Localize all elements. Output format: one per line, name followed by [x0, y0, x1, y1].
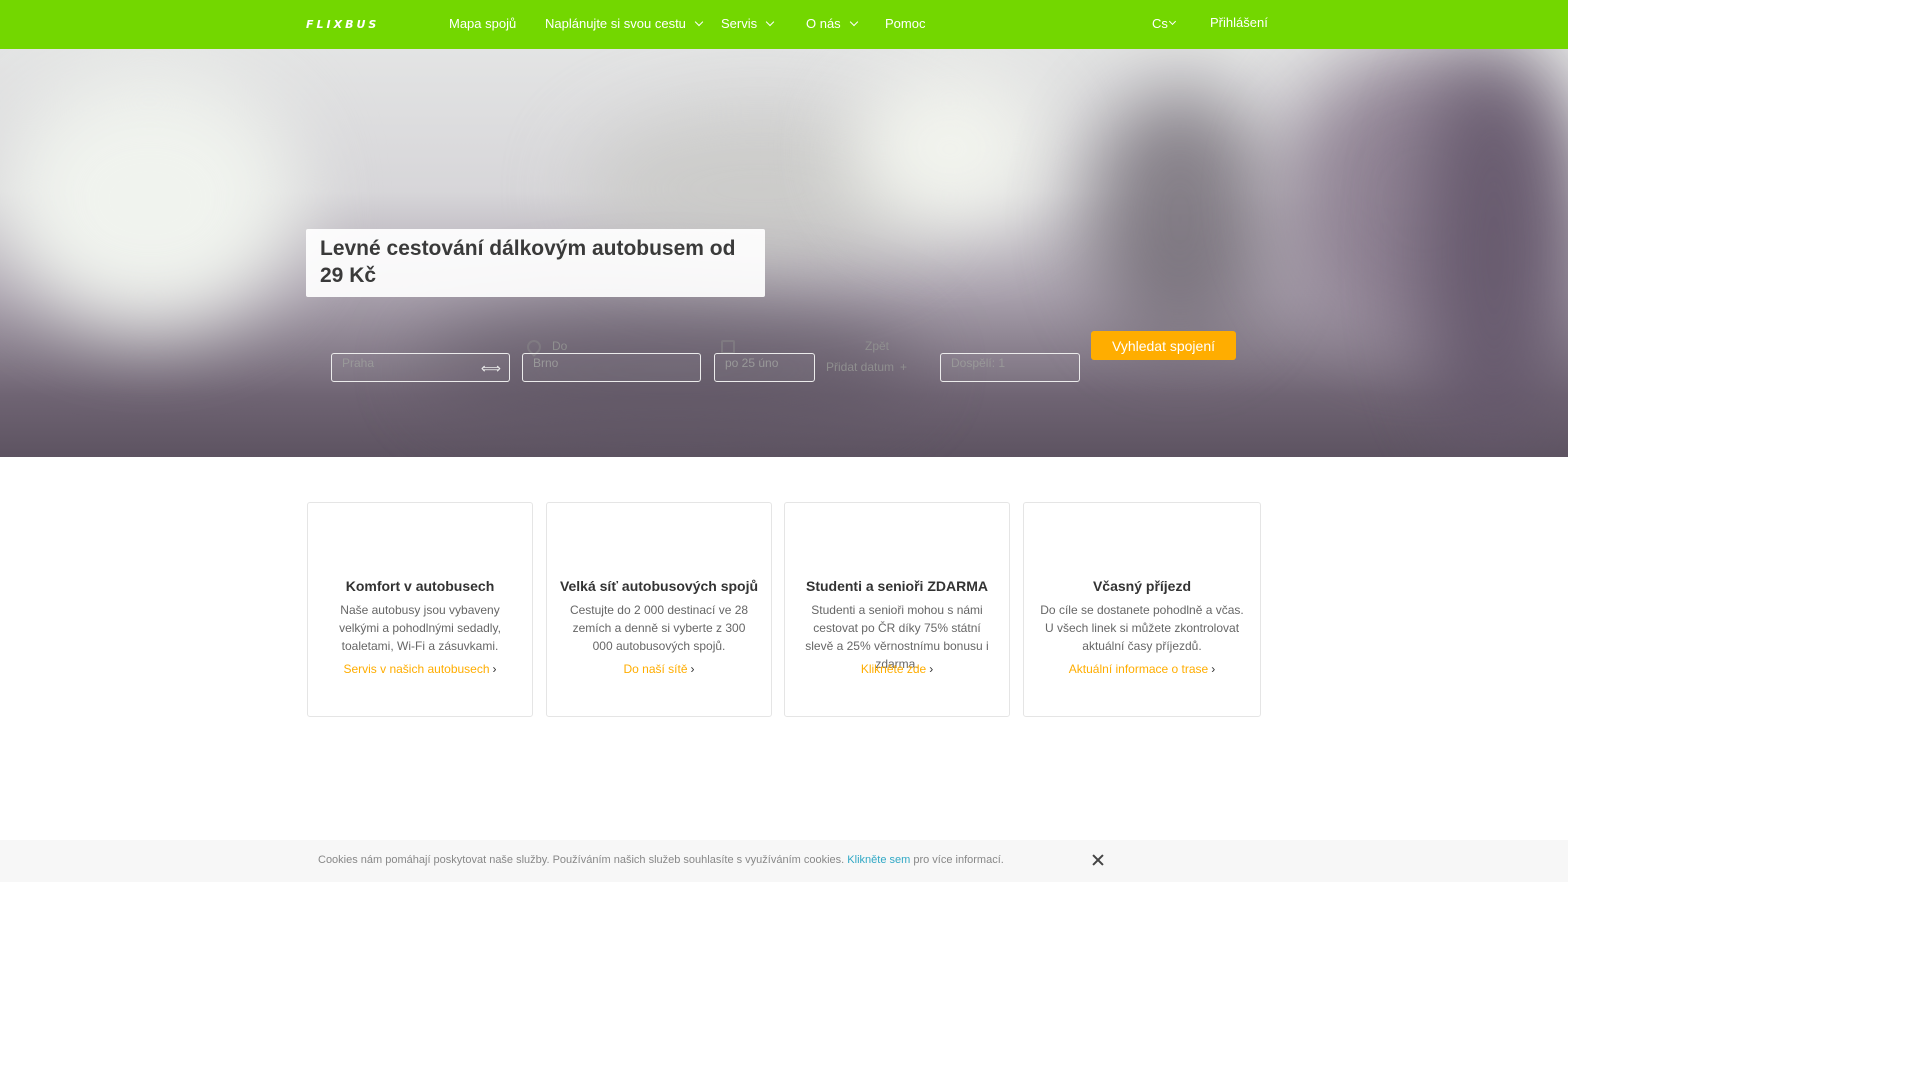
card-title: Včasný příjezd — [1092, 578, 1192, 594]
add-return-date[interactable]: Přidat datum + — [826, 360, 907, 374]
chevron-right-icon: › — [492, 662, 497, 676]
login-link[interactable]: Přihlášení — [1210, 15, 1268, 30]
card-link[interactable]: Aktuální informace o trase › — [1024, 662, 1260, 676]
chevron-down-icon — [694, 17, 704, 26]
card-text: Cestujte do 2 000 destinací ve 28 zemích… — [569, 603, 749, 653]
to-label: Do — [552, 339, 568, 353]
chevron-right-icon: › — [690, 662, 695, 676]
passengers-field[interactable]: Dospělí: 1 — [940, 353, 1080, 382]
swap-icon[interactable]: ⟺ — [481, 360, 501, 376]
feature-card: Včasný příjezd Do cíle se dostanete poho… — [1023, 502, 1261, 717]
calendar-icon — [721, 340, 735, 354]
hero-section: Levné cestování dálkovým autobusem od 29… — [0, 49, 1568, 457]
cookie-text: Cookies nám pomáhají poskytovat naše slu… — [318, 854, 1004, 866]
cookie-more-link[interactable]: Klikněte sem — [847, 854, 910, 866]
card-link[interactable]: Do naší sítě › — [547, 662, 771, 676]
departure-date-field[interactable]: po 25 úno — [714, 353, 815, 382]
nav-item-map[interactable]: Mapa spojů — [449, 16, 516, 31]
card-text: Naše autobusy jsou vybaveny velkými a po… — [339, 603, 501, 653]
return-label: Zpět — [865, 339, 890, 353]
nav-item-service[interactable]: Servis — [721, 16, 775, 31]
feature-card: Velká síť autobusových spojů Cestujte do… — [546, 502, 772, 717]
card-title: Komfort v autobusech — [345, 578, 495, 594]
nav-item-plan-trip[interactable]: Naplánujte si svou cestu — [545, 16, 704, 31]
card-link[interactable]: Servis v našich autobusech › — [308, 662, 532, 676]
nav-item-help[interactable]: Pomoc — [885, 16, 925, 31]
hero-title: Levné cestování dálkovým autobusem od 29… — [320, 237, 736, 287]
card-title: Velká síť autobusových spojů — [559, 578, 759, 594]
plus-icon: + — [900, 360, 908, 374]
from-field[interactable]: Praha ⟺ — [331, 353, 510, 382]
language-selector[interactable]: Cs — [1152, 16, 1176, 31]
card-title: Studenti a senioři ZDARMA — [805, 578, 988, 594]
chevron-right-icon: › — [1211, 662, 1216, 676]
flixbus-logo[interactable]: FLIXBUS — [306, 18, 406, 31]
chevron-down-icon — [1168, 17, 1176, 26]
to-field[interactable]: Brno — [522, 353, 701, 382]
feature-card: Komfort v autobusech Naše autobusy jsou … — [307, 502, 533, 717]
card-text: Do cíle se dostanete pohodlně a včas. U … — [1040, 603, 1244, 653]
chevron-down-icon — [849, 17, 858, 26]
close-icon[interactable] — [1091, 853, 1105, 867]
hero-title-box: Levné cestování dálkovým autobusem od 29… — [306, 229, 765, 297]
cookie-banner: Cookies nám pomáhají poskytovat naše slu… — [0, 840, 1568, 882]
feature-card: Studenti a senioři ZDARMA Studenti a sen… — [784, 502, 1010, 717]
card-link[interactable]: Klikněte zde › — [785, 662, 1009, 676]
search-button[interactable]: Vyhledat spojení — [1091, 331, 1236, 360]
chevron-down-icon — [765, 17, 775, 26]
nav-item-about[interactable]: O nás — [806, 16, 858, 31]
top-navigation: FLIXBUS Mapa spojů Naplánujte si svou ce… — [0, 0, 1568, 49]
chevron-right-icon: › — [929, 662, 934, 676]
